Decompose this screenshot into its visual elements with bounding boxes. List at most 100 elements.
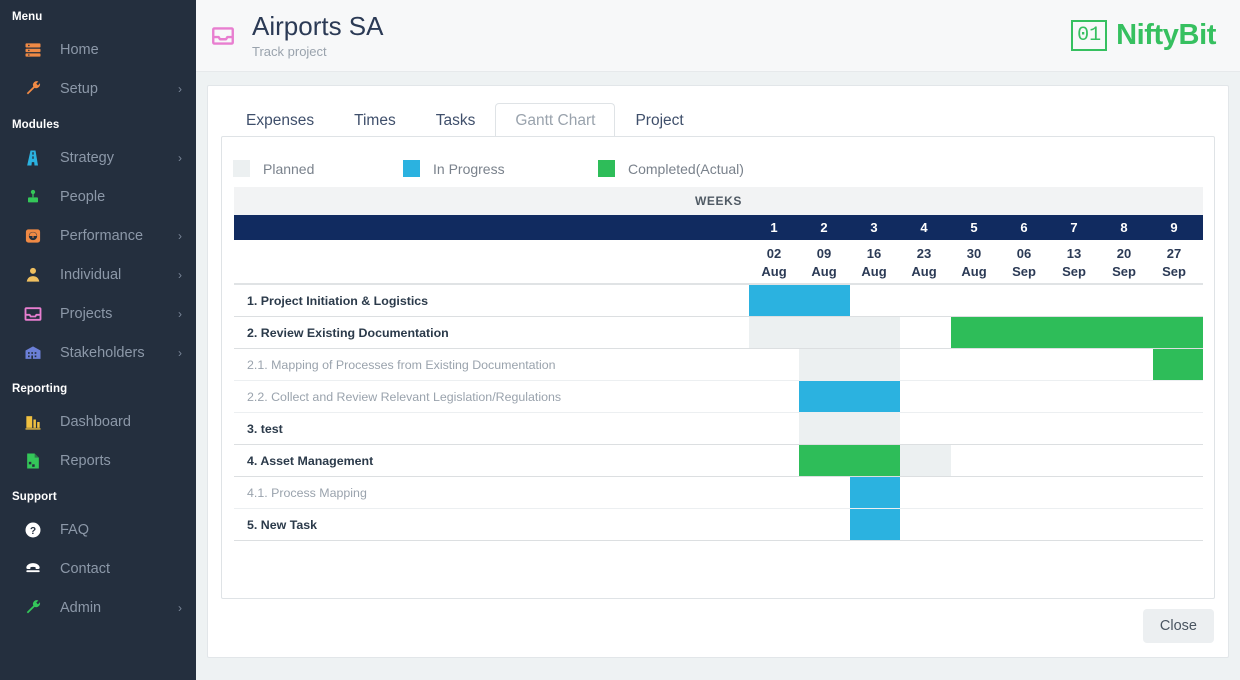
brand-mark: 01 bbox=[1071, 20, 1108, 51]
content-card: Expenses Times Tasks Gantt Chart Project Pla… bbox=[207, 85, 1229, 658]
sidebar-section-menu: Menu bbox=[12, 11, 43, 23]
sidebar-item-stakeholders[interactable]: Stakeholders › bbox=[0, 333, 196, 372]
user-icon bbox=[22, 264, 44, 286]
gantt-task-label: 3. test bbox=[247, 421, 283, 436]
gantt-week-month: Sep bbox=[1162, 263, 1186, 279]
gantt-week-date: 16 Aug bbox=[849, 240, 899, 283]
tab-project[interactable]: Project bbox=[615, 103, 703, 137]
gantt-bar-planned[interactable] bbox=[900, 445, 951, 476]
title-block: Airports SA Track project bbox=[252, 12, 1071, 60]
gantt-week-day: 06 bbox=[1016, 245, 1032, 261]
legend-item-planned: Planned bbox=[233, 160, 403, 177]
sidebar-item-people[interactable]: People bbox=[0, 177, 196, 216]
sidebar-item-label: Admin bbox=[60, 599, 102, 616]
gantt-week-number: 4 bbox=[920, 220, 928, 235]
gantt-track bbox=[749, 445, 1203, 476]
app-root: Menu Home Setup › Modules Strategy › People … bbox=[0, 0, 1240, 680]
sidebar-item-admin[interactable]: Admin › bbox=[0, 588, 196, 627]
gantt-week-date: 27 Sep bbox=[1149, 240, 1199, 283]
sidebar-item-label: Stakeholders bbox=[60, 344, 145, 361]
sidebar-section-modules: Modules bbox=[12, 119, 60, 131]
sidebar-item-label: Strategy bbox=[60, 149, 114, 166]
gantt-task-label: 4.1. Process Mapping bbox=[247, 485, 367, 500]
gantt-row[interactable]: 4.1. Process Mapping bbox=[234, 477, 1203, 509]
gantt-track bbox=[749, 285, 1203, 316]
gantt-track bbox=[749, 317, 1203, 348]
gantt-track bbox=[749, 477, 1203, 508]
sidebar-item-individual[interactable]: Individual › bbox=[0, 255, 196, 294]
inbox-icon bbox=[22, 303, 44, 325]
sidebar-item-contact[interactable]: Contact bbox=[0, 549, 196, 588]
gantt-row[interactable]: 4. Asset Management bbox=[234, 445, 1203, 477]
gantt-bar-in-progress[interactable] bbox=[799, 381, 901, 412]
chevron-right-icon: › bbox=[178, 345, 182, 360]
gantt-week-date: 02 Aug bbox=[749, 240, 799, 283]
gantt-row[interactable]: 2. Review Existing Documentation bbox=[234, 317, 1203, 349]
gantt-row[interactable]: 5. New Task bbox=[234, 509, 1203, 541]
gantt-week-date: 20 Sep bbox=[1099, 240, 1149, 283]
chevron-right-icon: › bbox=[178, 81, 182, 96]
topbar: Airports SA Track project 01 NiftyBit bbox=[196, 0, 1240, 72]
gantt-week-day: 02 bbox=[766, 245, 782, 261]
brand-logo: 01 NiftyBit bbox=[1071, 19, 1216, 52]
gantt-week-number: 9 bbox=[1170, 220, 1178, 235]
gantt-bar-completed[interactable] bbox=[950, 317, 1203, 348]
gantt-task-label: 1. Project Initiation & Logistics bbox=[247, 293, 429, 308]
chevron-right-icon: › bbox=[178, 150, 182, 165]
gantt-row[interactable]: 2.1. Mapping of Processes from Existing … bbox=[234, 349, 1203, 381]
sidebar-item-label: People bbox=[60, 188, 106, 205]
gantt-week-numbers: 1 2 3 4 5 6 7 8 9 bbox=[234, 215, 1203, 240]
tab-gantt-chart[interactable]: Gantt Chart bbox=[495, 103, 616, 137]
sidebar-item-projects[interactable]: Projects › bbox=[0, 294, 196, 333]
gantt-row[interactable]: 2.2. Collect and Review Relevant Legisla… bbox=[234, 381, 1203, 413]
gantt-week-month: Aug bbox=[961, 263, 987, 279]
gantt-week-day: 09 bbox=[816, 245, 832, 261]
gantt-bar-in-progress[interactable] bbox=[849, 477, 901, 508]
tab-times[interactable]: Times bbox=[334, 103, 416, 137]
gantt-task-label: 2. Review Existing Documentation bbox=[247, 325, 449, 340]
sidebar-section-support: Support bbox=[12, 491, 57, 503]
gantt-week-number: 6 bbox=[1020, 220, 1028, 235]
gantt-bar-planned[interactable] bbox=[749, 317, 901, 348]
sidebar-item-label: Dashboard bbox=[60, 413, 131, 430]
gantt-week-number: 5 bbox=[970, 220, 978, 235]
gantt-label-gutter bbox=[234, 215, 749, 240]
tab-tasks[interactable]: Tasks bbox=[416, 103, 496, 137]
panel-footer bbox=[222, 538, 1214, 598]
sidebar-item-reports[interactable]: Reports bbox=[0, 441, 196, 480]
gantt-bar-in-progress[interactable] bbox=[749, 285, 850, 316]
gantt-task-label: 2.1. Mapping of Processes from Existing … bbox=[247, 357, 556, 372]
sidebar-item-home[interactable]: Home bbox=[0, 30, 196, 69]
gantt-row[interactable]: 3. test bbox=[234, 413, 1203, 445]
gantt-track bbox=[749, 413, 1203, 444]
gantt-bar-completed[interactable] bbox=[799, 445, 901, 476]
tab-expenses[interactable]: Expenses bbox=[226, 103, 334, 137]
sidebar-item-strategy[interactable]: Strategy › bbox=[0, 138, 196, 177]
sidebar-item-dashboard[interactable]: Dashboard bbox=[0, 402, 196, 441]
gantt-track bbox=[749, 381, 1203, 412]
gantt-rows: 1. Project Initiation & Logistics 2. Revi… bbox=[234, 285, 1203, 541]
sidebar-item-performance[interactable]: Performance › bbox=[0, 216, 196, 255]
gantt-task-label: 4. Asset Management bbox=[247, 453, 374, 468]
legend-label: Planned bbox=[263, 160, 315, 177]
legend-label: Completed(Actual) bbox=[628, 160, 744, 177]
sidebar-item-label: Performance bbox=[60, 227, 144, 244]
gantt-bar-completed[interactable] bbox=[1152, 349, 1203, 380]
chevron-right-icon: › bbox=[178, 306, 182, 321]
server-icon bbox=[22, 39, 44, 61]
gantt-week-number: 2 bbox=[820, 220, 828, 235]
wrench-icon bbox=[22, 597, 44, 619]
gantt-bar-in-progress[interactable] bbox=[849, 509, 901, 540]
gantt-week-month: Sep bbox=[1012, 263, 1036, 279]
legend-item-completed-actual: Completed(Actual) bbox=[598, 160, 744, 177]
gantt-bar-planned[interactable] bbox=[799, 413, 901, 444]
gantt-row[interactable]: 1. Project Initiation & Logistics bbox=[234, 285, 1203, 317]
gantt-task-label: 5. New Task bbox=[247, 517, 318, 532]
sidebar-item-faq[interactable]: ? FAQ bbox=[0, 510, 196, 549]
sidebar-item-setup[interactable]: Setup › bbox=[0, 69, 196, 108]
close-button[interactable]: Close bbox=[1142, 609, 1214, 643]
sidebar-item-label: Contact bbox=[60, 560, 110, 577]
gantt-week-dates: 02 Aug 09 Aug 16 Aug 23 Aug 30 Aug 06 Sep 13 Sep 20 Sep… bbox=[234, 240, 1203, 285]
wrench-icon bbox=[22, 78, 44, 100]
gantt-bar-planned[interactable] bbox=[799, 349, 901, 380]
